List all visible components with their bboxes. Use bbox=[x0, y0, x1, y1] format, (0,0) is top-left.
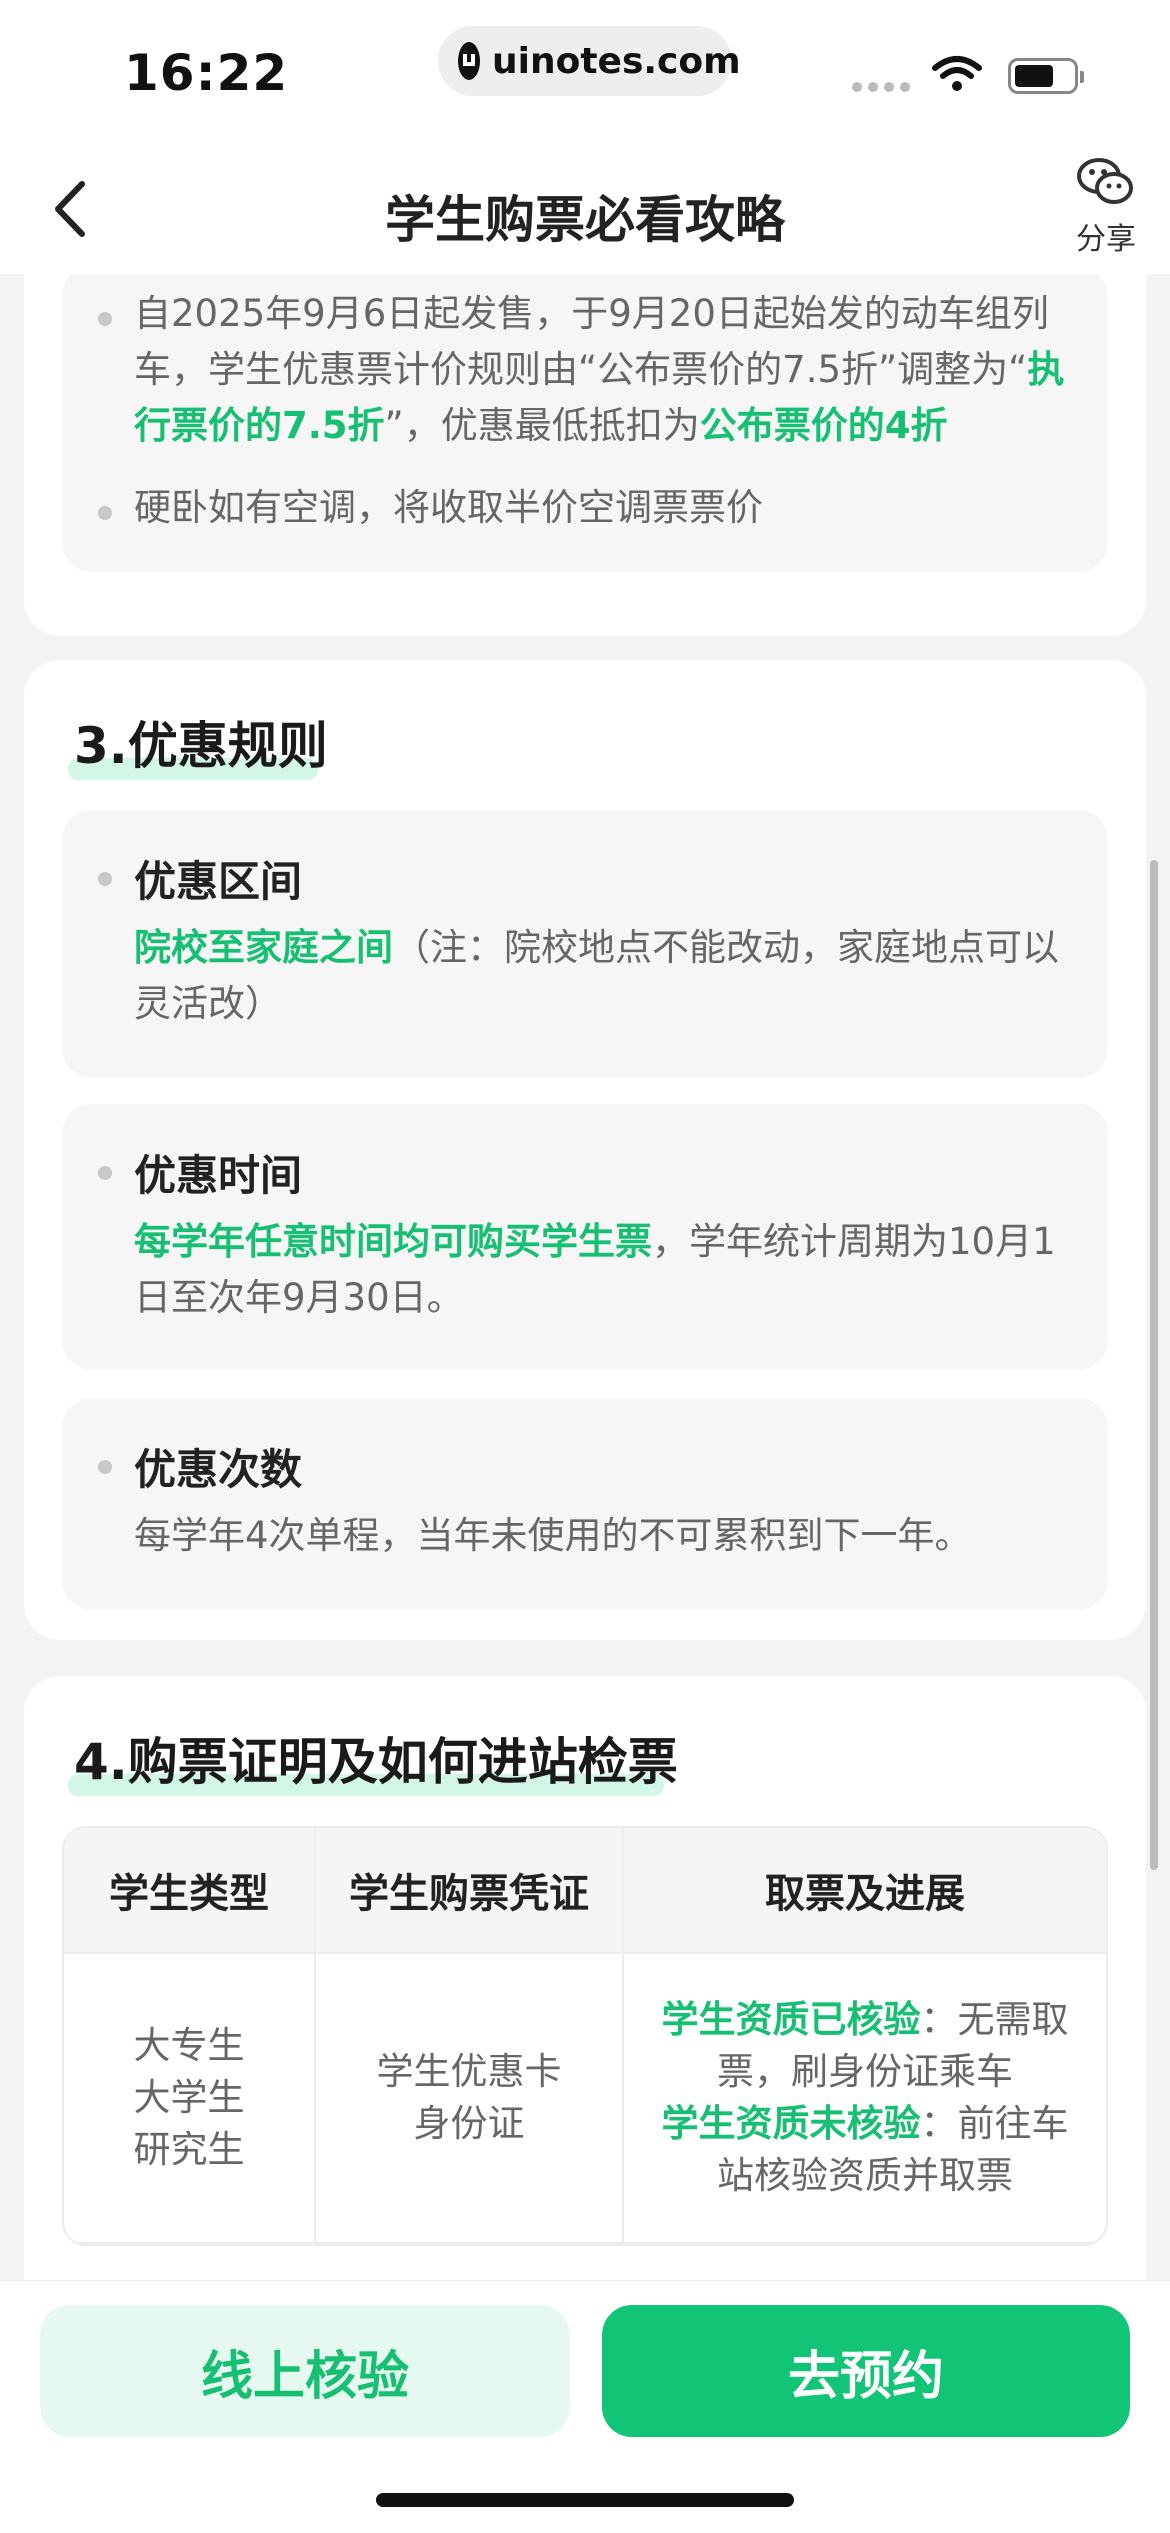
item-title: 优惠区间 bbox=[134, 857, 303, 906]
bullet-dot bbox=[98, 1460, 112, 1474]
wifi-icon bbox=[932, 56, 982, 91]
online-verify-button[interactable]: 线上核验 bbox=[40, 2305, 570, 2437]
column-header: 学生购票凭证 bbox=[316, 1828, 624, 1954]
discount-range-box: 优惠区间 院校至家庭之间（注：院校地点不能改动，家庭地点可以灵活改） bbox=[62, 810, 1108, 1078]
credential-cell: 学生优惠卡 身份证 bbox=[316, 1954, 624, 2244]
ticket-table: 学生类型 学生购票凭证 取票及进展 大专生 大学生 研究生 学生优惠卡 身份证 bbox=[62, 1826, 1108, 2246]
student-type-cell: 大专生 大学生 研究生 bbox=[64, 1954, 316, 2244]
nav-bar: 学生购票必看攻略 分享 bbox=[0, 140, 1170, 274]
status-time: 16:22 bbox=[124, 44, 289, 102]
battery-icon bbox=[1008, 58, 1084, 94]
item-text: 每学年4次单程，当年未使用的不可累积到下一年。 bbox=[134, 1514, 972, 1557]
url-text: uinotes.com bbox=[492, 40, 741, 82]
wechat-icon bbox=[1077, 158, 1133, 204]
intro-card: 自2025年9月6日起发售，于9月20日起始发的动车组列车，学生优惠票计价规则由… bbox=[24, 274, 1146, 636]
discount-time-box: 优惠时间 每学年任意时间均可购买学生票，学年统计周期为10月1日至次年9月30日… bbox=[62, 1104, 1108, 1370]
column-header: 取票及进展 bbox=[624, 1828, 1106, 1954]
bullet-dot bbox=[98, 1166, 112, 1180]
bullet-dot bbox=[98, 312, 112, 326]
section-4-title: 4.购票证明及如何进站检票 bbox=[68, 1722, 678, 1796]
item-text: 院校至家庭之间（注：院校地点不能改动，家庭地点可以灵活改） bbox=[134, 926, 1059, 1025]
page-title: 学生购票必看攻略 bbox=[385, 191, 785, 249]
bottom-action-bar: 线上核验 去预约 bbox=[0, 2280, 1170, 2533]
book-button[interactable]: 去预约 bbox=[602, 2305, 1130, 2437]
section-3-card: 3.优惠规则 优惠区间 院校至家庭之间（注：院校地点不能改动，家庭地点可以灵活改… bbox=[24, 660, 1146, 1640]
item-text: 每学年任意时间均可购买学生票，学年统计周期为10月1日至次年9月30日。 bbox=[134, 1220, 1056, 1319]
section-4-card: 4.购票证明及如何进站检票 学生类型 学生购票凭证 取票及进展 大专生 大学生 … bbox=[24, 1676, 1146, 2280]
content-scroll[interactable]: 自2025年9月6日起发售，于9月20日起始发的动车组列车，学生优惠票计价规则由… bbox=[0, 274, 1170, 2280]
scrollbar[interactable] bbox=[1150, 860, 1158, 1870]
table-row: 大专生 大学生 研究生 学生优惠卡 身份证 学生资质已核验：无需取票，刷身份证乘… bbox=[64, 1954, 1106, 2244]
column-header: 学生类型 bbox=[64, 1828, 316, 1954]
site-icon bbox=[458, 42, 480, 80]
signal-icon bbox=[852, 82, 910, 92]
bullet-dot bbox=[98, 506, 112, 520]
discount-count-box: 优惠次数 每学年4次单程，当年未使用的不可累积到下一年。 bbox=[62, 1398, 1108, 1610]
item-title: 优惠次数 bbox=[134, 1445, 303, 1494]
share-button[interactable]: 分享 bbox=[1066, 156, 1146, 258]
intro-box: 自2025年9月6日起发售，于9月20日起始发的动车组列车，学生优惠票计价规则由… bbox=[62, 274, 1108, 572]
item-title: 优惠时间 bbox=[134, 1151, 303, 1200]
section-3-title: 3.优惠规则 bbox=[68, 706, 328, 780]
intro-bullet-1: 自2025年9月6日起发售，于9月20日起始发的动车组列车，学生优惠票计价规则由… bbox=[134, 292, 1065, 447]
intro-bullet-2: 硬卧如有空调，将收取半价空调票票价 bbox=[134, 486, 763, 529]
bullet-dot bbox=[98, 872, 112, 886]
home-indicator[interactable] bbox=[376, 2493, 794, 2507]
ticket-process-cell: 学生资质已核验：无需取票，刷身份证乘车 学生资质未核验：前往车站核验资质并取票 bbox=[624, 1954, 1106, 2244]
status-bar: 16:22 uinotes.com bbox=[0, 0, 1170, 140]
url-pill[interactable]: uinotes.com bbox=[438, 26, 741, 96]
share-label: 分享 bbox=[1076, 222, 1136, 257]
